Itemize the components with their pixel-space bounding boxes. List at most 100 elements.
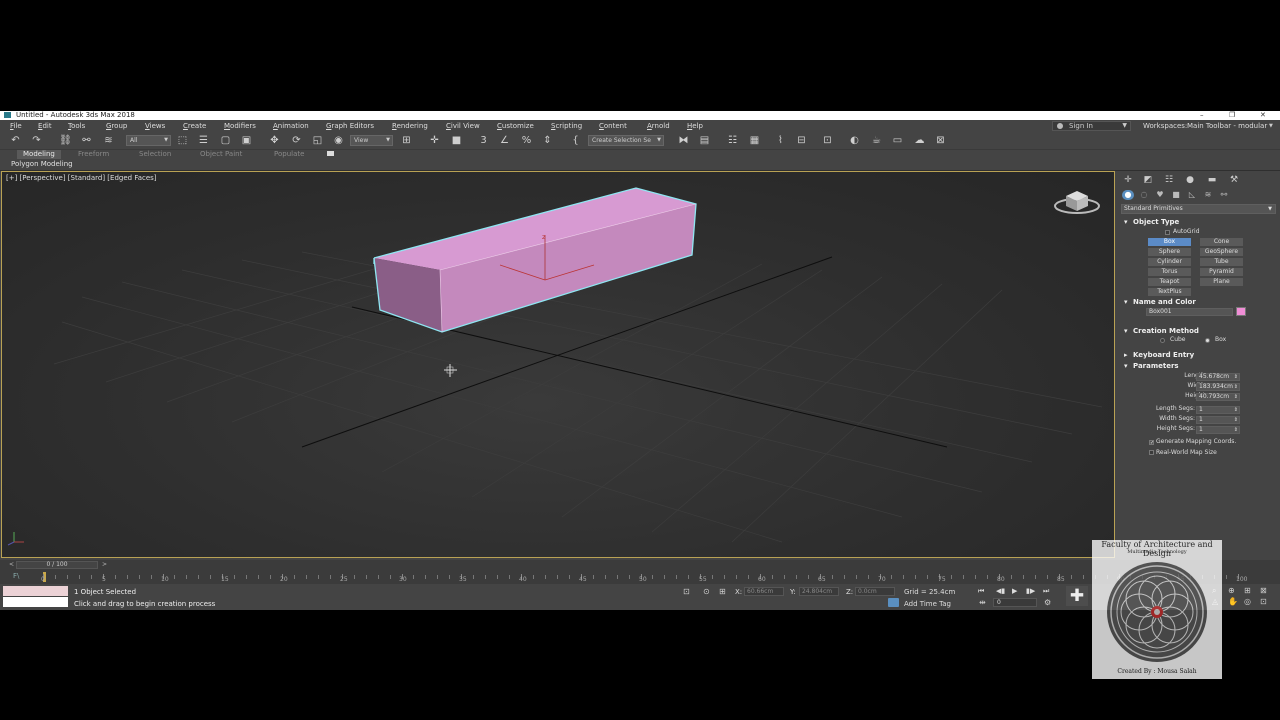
hierarchy-tab-icon[interactable]: ☷ bbox=[1163, 175, 1175, 185]
menu-civil-view[interactable]: Civil View bbox=[446, 120, 480, 132]
sphere-button[interactable]: Sphere bbox=[1148, 248, 1191, 256]
perspective-viewport[interactable]: z [+] [Perspective] [Standard] [Edged Fa… bbox=[1, 171, 1115, 558]
current-frame-field[interactable]: 0 bbox=[993, 598, 1037, 607]
menu-modifiers[interactable]: Modifiers bbox=[224, 120, 256, 132]
unlink-icon[interactable]: ⚯ bbox=[80, 135, 93, 147]
object-color-swatch[interactable] bbox=[1236, 307, 1246, 316]
menu-arnold[interactable]: Arnold bbox=[647, 120, 670, 132]
rendered-frame-window-icon[interactable]: ▭ bbox=[891, 135, 904, 147]
helpers-icon[interactable]: ◺ bbox=[1186, 190, 1198, 200]
edit-named-selection-icon[interactable]: { bbox=[569, 135, 582, 147]
length-segs-spinner[interactable]: 1 ⇕ bbox=[1196, 406, 1240, 414]
box001-mesh[interactable] bbox=[373, 187, 697, 333]
ribbon-panel-label[interactable]: Polygon Modeling bbox=[11, 160, 73, 169]
width-segs-spinner[interactable]: 1 ⇕ bbox=[1196, 416, 1240, 424]
width-spinner[interactable]: 183.934cm ⇕ bbox=[1196, 383, 1240, 391]
play-icon[interactable]: ▶ bbox=[1012, 587, 1017, 595]
angle-snap-icon[interactable]: ∠ bbox=[498, 135, 511, 147]
cube-radio[interactable] bbox=[1160, 338, 1165, 343]
menu-help[interactable]: Help bbox=[687, 120, 703, 132]
keyboard-shortcut-override-icon[interactable]: ■ bbox=[450, 135, 463, 147]
scale-icon[interactable]: ◱ bbox=[311, 135, 324, 147]
go-to-end-icon[interactable]: ⏭ bbox=[1043, 587, 1049, 596]
undo-icon[interactable]: ↶ bbox=[9, 135, 22, 147]
tab-populate[interactable]: Populate bbox=[274, 150, 304, 159]
track-bar[interactable]: F\ 0 5 10 15 20 25 30 35 40 45 50 55 60 … bbox=[0, 570, 1280, 584]
minimize-icon[interactable]: – bbox=[1200, 111, 1204, 120]
menu-customize[interactable]: Customize bbox=[497, 120, 534, 132]
viewcube-icon[interactable] bbox=[1054, 191, 1100, 214]
geosphere-button[interactable]: GeoSphere bbox=[1200, 248, 1243, 256]
length-spinner[interactable]: 45.678cm ⇕ bbox=[1196, 373, 1240, 381]
create-tab-icon[interactable]: ✛ bbox=[1122, 175, 1134, 185]
sign-in-dropdown[interactable]: Sign In ▼ bbox=[1052, 121, 1131, 131]
tab-object-paint[interactable]: Object Paint bbox=[200, 150, 242, 159]
orbit-icon[interactable]: ◎ bbox=[1244, 597, 1251, 606]
autogrid-checkbox[interactable] bbox=[1165, 230, 1170, 235]
selection-lock-icon[interactable]: ⊙ bbox=[703, 587, 710, 596]
rollout-parameters[interactable]: ▾ Parameters bbox=[1121, 361, 1276, 371]
utilities-tab-icon[interactable]: ⚒ bbox=[1228, 175, 1240, 185]
next-frame-arrow-icon[interactable]: > bbox=[102, 561, 107, 568]
tab-modeling[interactable]: Modeling bbox=[17, 150, 61, 159]
height-spinner[interactable]: 40.793cm ⇕ bbox=[1196, 393, 1240, 401]
torus-button[interactable]: Torus bbox=[1148, 268, 1191, 276]
next-frame-icon[interactable]: ▮▶ bbox=[1026, 587, 1035, 595]
zoom-all-icon[interactable]: ⊕ bbox=[1228, 586, 1235, 595]
lights-icon[interactable]: ♥ bbox=[1154, 190, 1166, 200]
mirror-icon[interactable]: ⧓ bbox=[677, 135, 690, 147]
generate-mapping-checkbox[interactable]: ✓ bbox=[1149, 440, 1154, 446]
render-in-cloud-icon[interactable]: ⊠ bbox=[934, 135, 947, 147]
textplus-button[interactable]: TextPlus bbox=[1148, 288, 1191, 296]
motion-tab-icon[interactable]: ● bbox=[1184, 175, 1196, 185]
z-coordinate-field[interactable]: 0.0cm bbox=[855, 587, 895, 596]
menu-edit[interactable]: Edit bbox=[38, 120, 52, 132]
menu-tools[interactable]: Tools bbox=[68, 120, 85, 132]
menu-create[interactable]: Create bbox=[183, 120, 206, 132]
menu-content[interactable]: Content bbox=[599, 120, 627, 132]
place-icon[interactable]: ◉ bbox=[332, 135, 345, 147]
window-crossing-icon[interactable]: ▣ bbox=[240, 135, 253, 147]
tab-freeform[interactable]: Freeform bbox=[78, 150, 109, 159]
time-configuration-icon[interactable]: ⚙ bbox=[1044, 598, 1051, 607]
previous-frame-icon[interactable]: ◀▮ bbox=[996, 587, 1005, 595]
previous-frame-arrow-icon[interactable]: < bbox=[9, 561, 14, 568]
spinner-snap-icon[interactable]: ⇕ bbox=[541, 135, 554, 147]
set-key-icon[interactable]: ✚ bbox=[1066, 586, 1088, 606]
tab-selection[interactable]: Selection bbox=[139, 150, 171, 159]
zoom-extents-all-icon[interactable]: ⊠ bbox=[1260, 586, 1267, 595]
dope-sheet-icon[interactable]: ⊟ bbox=[795, 135, 808, 147]
geometry-icon[interactable]: ● bbox=[1122, 190, 1134, 200]
percent-snap-icon[interactable]: % bbox=[520, 135, 533, 147]
shapes-icon[interactable]: ◌ bbox=[1138, 190, 1150, 200]
key-mode-toggle-icon[interactable]: ⇹ bbox=[979, 598, 986, 607]
time-tag-icon[interactable] bbox=[888, 598, 899, 607]
selection-filter-dropdown[interactable]: All ▼ bbox=[126, 135, 171, 146]
rotate-icon[interactable]: ⟳ bbox=[290, 135, 303, 147]
space-warps-icon[interactable]: ≋ bbox=[1202, 190, 1214, 200]
systems-icon[interactable]: ⚯ bbox=[1218, 190, 1230, 200]
menu-graph-editors[interactable]: Graph Editors bbox=[326, 120, 374, 132]
menu-scripting[interactable]: Scripting bbox=[551, 120, 582, 132]
time-slider[interactable]: < 0 / 100 > bbox=[0, 560, 1280, 570]
select-by-name-icon[interactable]: ☰ bbox=[197, 135, 210, 147]
rectangular-selection-icon[interactable]: ▢ bbox=[219, 135, 232, 147]
snaps-toggle-icon[interactable]: 3 bbox=[477, 135, 490, 147]
rollout-creation-method[interactable]: ▾ Creation Method bbox=[1121, 326, 1276, 336]
redo-icon[interactable]: ↷ bbox=[30, 135, 43, 147]
move-icon[interactable]: ✥ bbox=[268, 135, 281, 147]
add-time-tag-button[interactable]: Add Time Tag bbox=[904, 600, 951, 608]
schematic-view-icon[interactable]: ⊡ bbox=[821, 135, 834, 147]
go-to-start-icon[interactable]: ⏮ bbox=[978, 587, 984, 596]
cameras-icon[interactable]: ■ bbox=[1170, 190, 1182, 200]
scene-explorer-icon[interactable]: ☷ bbox=[726, 135, 739, 147]
maxscript-input-field[interactable] bbox=[3, 597, 68, 607]
workspaces-dropdown[interactable]: Main Toolbar - modular bbox=[1187, 120, 1267, 132]
pyramid-button[interactable]: Pyramid bbox=[1200, 268, 1243, 276]
menu-views[interactable]: Views bbox=[145, 120, 165, 132]
menu-file[interactable]: File bbox=[10, 120, 22, 132]
chevron-down-icon[interactable]: ▼ bbox=[1269, 120, 1273, 132]
y-coordinate-field[interactable]: 24.804cm bbox=[799, 587, 839, 596]
menu-animation[interactable]: Animation bbox=[273, 120, 309, 132]
modify-tab-icon[interactable]: ◩ bbox=[1142, 175, 1154, 185]
